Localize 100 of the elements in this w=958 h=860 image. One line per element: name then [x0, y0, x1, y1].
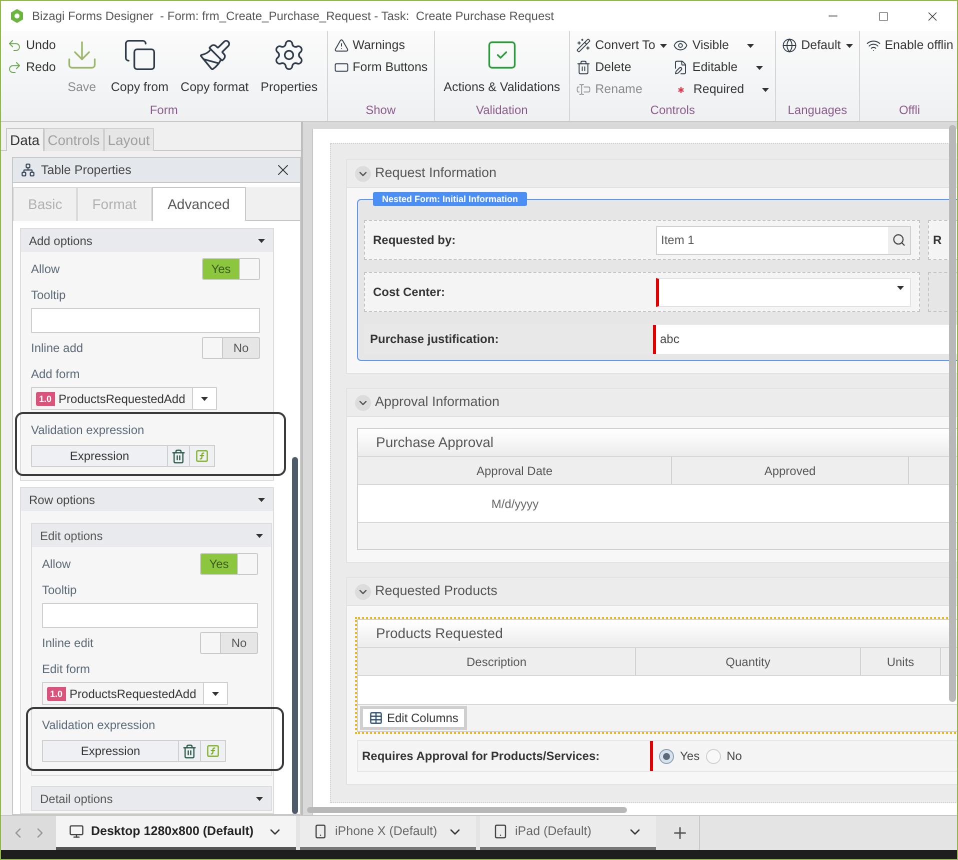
field-label: Requested by: — [373, 232, 457, 249]
tooltip-field[interactable] — [42, 603, 258, 628]
monitor-icon — [69, 824, 84, 839]
window-title: Bizagi Forms Designer - Form: frm_Create_Purchase_Request - Task: Create Purchase Request — [32, 8, 555, 25]
table[interactable]: Products Requested Description Quantity Units Edit Columns — [355, 617, 957, 734]
ribbon-button[interactable]: Actions & Validations — [440, 36, 564, 101]
group-label: Offli — [898, 102, 922, 119]
group-label: Languages — [786, 102, 848, 119]
column-header: Approved — [672, 457, 909, 484]
ribbon-button[interactable]: Form Buttons — [334, 58, 428, 77]
form-name: ProductsRequestedAdd — [70, 686, 198, 702]
text-cursor-icon — [576, 82, 592, 97]
column-header: Description — [358, 648, 636, 675]
undo-icon — [7, 38, 22, 53]
toggle-switch[interactable]: Yes — [200, 553, 258, 575]
section-header[interactable]: Request Information — [347, 160, 957, 188]
edit-columns-button[interactable]: Edit Columns — [360, 706, 468, 730]
group-label: Form — [148, 102, 179, 119]
ribbon-button[interactable]: Editable — [673, 58, 770, 77]
group-label: Validation — [474, 102, 529, 119]
table-title: Products Requested — [376, 624, 503, 643]
device-tab[interactable]: Desktop 1280x800 (Default) — [56, 816, 296, 850]
section-header[interactable]: Add options — [21, 229, 273, 252]
copy-icon — [122, 38, 157, 72]
section-header[interactable]: Approval Information — [347, 389, 957, 417]
column-header: Units — [861, 648, 941, 675]
property-tab[interactable]: Advanced — [152, 187, 246, 221]
form-select[interactable]: 1.0 ProductsRequestedAdd — [31, 387, 217, 410]
device-tab[interactable]: iPad (Default) — [480, 816, 656, 850]
vertical-scrollbar[interactable] — [949, 125, 956, 702]
caret-icon — [256, 534, 263, 538]
ribbon-button[interactable]: Redo — [7, 58, 56, 77]
dropdown-field[interactable] — [656, 278, 911, 306]
radio-option[interactable]: No — [706, 747, 742, 765]
ribbon-button[interactable]: Visible — [673, 36, 770, 55]
text-field[interactable]: abc — [653, 324, 957, 354]
toggle-switch[interactable]: No — [200, 632, 258, 654]
toggle-switch[interactable]: Yes — [202, 258, 260, 280]
node-icon — [21, 163, 35, 177]
field-label: Validation expression — [31, 423, 144, 437]
section-title: Request Information — [375, 164, 497, 182]
panel-tab[interactable]: Data — [6, 128, 44, 151]
section-title: Requested Products — [375, 582, 498, 600]
form-name: ProductsRequestedAdd — [58, 390, 186, 408]
field-label: Add form — [31, 366, 81, 383]
field-label: Allow — [31, 261, 60, 278]
search-field[interactable]: Item 1 — [656, 226, 911, 254]
tablet-icon — [493, 824, 508, 839]
ribbon-button[interactable]: Required — [673, 80, 770, 99]
field-value: abc — [659, 331, 680, 348]
trash-icon[interactable] — [182, 744, 197, 758]
search-icon[interactable] — [892, 233, 906, 247]
caret-icon — [660, 44, 668, 48]
field-label: Tooltip — [31, 287, 67, 304]
maximize-icon[interactable] — [878, 10, 889, 22]
horizontal-scrollbar[interactable] — [307, 807, 627, 813]
trash-icon[interactable] — [171, 448, 186, 464]
field-label: Validation expression — [42, 718, 156, 732]
form-select[interactable]: 1.0 ProductsRequestedAdd — [42, 682, 228, 705]
caret-icon — [746, 44, 754, 48]
app-logo-icon — [10, 9, 24, 23]
toggle-switch[interactable]: No — [202, 337, 260, 359]
radio-button[interactable] — [706, 748, 721, 764]
wand-icon — [576, 38, 592, 53]
field-label: Inline edit — [42, 635, 94, 652]
globe-icon — [782, 38, 798, 53]
radio-option[interactable]: Yes — [659, 747, 700, 765]
section-header[interactable]: Edit options — [32, 524, 271, 547]
table[interactable]: Purchase Approval Approval Date Approved M/d/yyyy — [357, 428, 957, 550]
section-title: Edit options — [40, 528, 103, 544]
panel-title: Table Properties — [41, 162, 132, 179]
ribbon-button[interactable]: Enable offlin — [866, 36, 954, 55]
section-header[interactable]: Row options — [21, 488, 273, 511]
ribbon-button[interactable]: Copy format — [178, 36, 252, 101]
field-label: Edit form — [42, 661, 92, 678]
ribbon-button[interactable]: Warnings — [334, 36, 428, 55]
section-header[interactable]: Requested Products — [347, 578, 957, 606]
ribbon-button[interactable]: Properties — [258, 36, 321, 101]
section-title: Row options — [29, 492, 96, 508]
ribbon-button[interactable]: Copy from — [108, 36, 172, 101]
field-value: Item 1 — [660, 232, 696, 249]
version-tag: 1.0 — [47, 686, 66, 700]
ribbon-button[interactable]: Undo — [7, 36, 56, 55]
ribbon-button[interactable]: Delete — [576, 58, 668, 77]
caret-icon — [201, 396, 208, 400]
section-header[interactable]: Detail options — [32, 787, 271, 810]
field-label: Requires Approval for Products/Services: — [362, 748, 601, 765]
version-tag: 1.0 — [36, 392, 55, 406]
field-label: Inline add — [31, 340, 84, 357]
tooltip-field[interactable] — [31, 308, 260, 333]
trash-icon — [576, 60, 592, 75]
caret-icon — [846, 44, 853, 48]
device-tab[interactable]: iPhone X (Default) — [300, 816, 476, 850]
eye-icon — [673, 38, 688, 53]
caret-icon — [258, 238, 265, 242]
radio-button[interactable] — [659, 748, 674, 764]
ribbon-button[interactable]: Convert To — [576, 36, 668, 55]
ribbon-button[interactable]: Default — [782, 36, 853, 55]
caret-icon — [756, 66, 763, 70]
field-label: Cost Center: — [373, 284, 446, 301]
